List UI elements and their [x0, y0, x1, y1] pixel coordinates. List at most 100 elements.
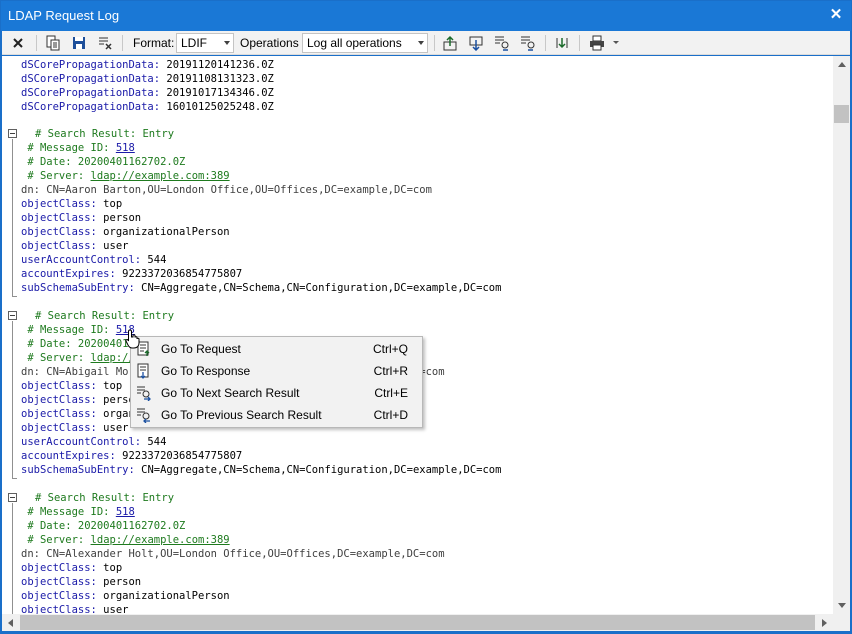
horizontal-scroll-thumb[interactable] [20, 615, 815, 630]
scroll-left-icon[interactable] [8, 619, 13, 627]
toolbar-separator [579, 35, 580, 51]
attribute-key: userAccountControl: [21, 254, 142, 266]
attribute-line: accountExpires: 9223372036854775807 [21, 449, 242, 463]
server-label: # Server: [21, 352, 91, 364]
message-id-link[interactable]: 518 [116, 506, 135, 518]
menu-item-go-to-request[interactable]: Go To Request Ctrl+Q [133, 338, 420, 360]
attribute-line: subSchemaSubEntry: CN=Aggregate,CN=Schem… [21, 463, 501, 477]
menu-item-label: Go To Response [161, 364, 251, 378]
message-id-label: # Message ID: [21, 142, 116, 154]
import-down-icon [469, 36, 483, 51]
dn-line: dn: CN=Alexander Holt,OU=London Office,O… [21, 548, 445, 560]
attribute-key: objectClass: [21, 408, 97, 420]
toolbar-separator [122, 35, 123, 51]
attribute-line: objectClass: user [21, 603, 128, 614]
print-options-button[interactable] [610, 33, 622, 53]
entry-header: # Search Result: Entry [35, 492, 175, 504]
attribute-line: objectClass: top [21, 379, 122, 393]
toolbar-separator [36, 35, 37, 51]
chevron-down-icon [418, 41, 424, 45]
attribute-line: objectClass: person [21, 393, 141, 407]
go-to-response-icon [137, 363, 149, 379]
attribute-value: user [96, 422, 129, 434]
toolbar-separator [545, 35, 546, 51]
server-link[interactable]: ldap://example.com:389 [91, 534, 230, 546]
menu-item-next-search-result[interactable]: Go To Next Search Result Ctrl+E [133, 382, 420, 404]
message-id-link[interactable]: 518 [116, 142, 135, 154]
collapse-toggle-icon[interactable] [8, 493, 17, 502]
vertical-scroll-thumb[interactable] [834, 105, 849, 123]
toolbar: Format: LDIF Operations Log all operatio… [2, 31, 850, 55]
message-id-line: # Message ID: 518 [21, 141, 135, 155]
dropdown-arrow-icon [613, 41, 619, 44]
save-button[interactable] [68, 33, 90, 53]
attribute-value: top [96, 380, 123, 392]
attribute-value: CN=Aggregate,CN=Schema,CN=Configuration,… [134, 464, 502, 476]
format-select[interactable]: LDIF [176, 33, 234, 53]
horizontal-scrollbar[interactable] [2, 614, 833, 631]
menu-item-go-to-response[interactable]: Go To Response Ctrl+R [133, 360, 420, 382]
attribute-key: objectClass: [21, 226, 97, 238]
menu-item-previous-search-result[interactable]: Go To Previous Search Result Ctrl+D [133, 404, 420, 426]
message-id-label: # Message ID: [21, 506, 116, 518]
attribute-key: subSchemaSubEntry: [21, 464, 135, 476]
attribute-line: subSchemaSubEntry: CN=Aggregate,CN=Schem… [21, 281, 501, 295]
next-search-result-button[interactable] [491, 33, 513, 53]
attribute-key: dSCorePropagationData: [21, 59, 161, 71]
operations-value: Log all operations [307, 36, 402, 50]
attribute-line: dSCorePropagationData: 20191017134346.0Z [21, 86, 274, 100]
attribute-key: objectClass: [21, 576, 97, 588]
go-to-response-button[interactable] [465, 33, 487, 53]
attribute-key: objectClass: [21, 422, 97, 434]
attribute-line: userAccountControl: 544 [21, 435, 166, 449]
collapse-toggle-icon[interactable] [8, 129, 17, 138]
attribute-value: 544 [141, 436, 167, 448]
attribute-key: objectClass: [21, 394, 97, 406]
refresh-button[interactable] [551, 33, 573, 53]
attribute-key: objectClass: [21, 590, 97, 602]
attribute-value: 20191017134346.0Z [160, 87, 274, 99]
window-close-icon[interactable]: ✕ [827, 6, 845, 24]
vertical-scrollbar[interactable] [833, 56, 850, 614]
format-label: Format: [133, 36, 175, 50]
attribute-line: objectClass: organizationalPerson [21, 589, 230, 603]
chevron-down-icon [224, 41, 230, 45]
attribute-key: dSCorePropagationData: [21, 87, 161, 99]
attribute-line: objectClass: top [21, 197, 122, 211]
print-button[interactable] [586, 33, 608, 53]
server-label: # Server: [21, 170, 91, 182]
attribute-key: subSchemaSubEntry: [21, 282, 135, 294]
attribute-value: 9223372036854775807 [115, 450, 243, 462]
menu-item-label: Go To Next Search Result [161, 386, 300, 400]
clear-button[interactable] [94, 33, 116, 53]
operations-select[interactable]: Log all operations [302, 33, 428, 53]
attribute-value: person [96, 212, 142, 224]
server-line: # Server: ldap://example.com:389 [21, 533, 230, 547]
scroll-right-icon[interactable] [822, 619, 827, 627]
fold-guide-end [12, 478, 17, 479]
scroll-up-icon[interactable] [838, 62, 846, 67]
attribute-line: dSCorePropagationData: 20191108131323.0Z [21, 72, 274, 86]
close-log-button[interactable] [7, 33, 29, 53]
toolbar-separator [434, 35, 435, 51]
window-title: LDAP Request Log [8, 8, 120, 23]
previous-search-result-button[interactable] [517, 33, 539, 53]
copy-icon [46, 35, 60, 51]
attribute-key: objectClass: [21, 604, 97, 614]
attribute-line: objectClass: person [21, 575, 141, 589]
attribute-line: dSCorePropagationData: 20191120141236.0Z [21, 58, 274, 72]
attribute-value: top [96, 562, 123, 574]
copy-button[interactable] [42, 33, 64, 53]
attribute-value: 544 [141, 254, 167, 266]
dn-line: dn: CN=Aaron Barton,OU=London Office,OU=… [21, 184, 432, 196]
go-to-request-button[interactable] [439, 33, 461, 53]
find-next-icon [495, 36, 509, 51]
scroll-down-icon[interactable] [838, 603, 846, 608]
collapse-toggle-icon[interactable] [8, 311, 17, 320]
message-id-label: # Message ID: [21, 324, 116, 336]
menu-item-shortcut: Ctrl+D [373, 408, 408, 422]
ldap-request-log-window: LDAP Request Log ✕ Format: LDIF Operatio… [0, 0, 852, 634]
attribute-key: accountExpires: [21, 450, 116, 462]
server-link[interactable]: ldap://example.com:389 [91, 170, 230, 182]
operations-label: Operations [240, 36, 299, 50]
